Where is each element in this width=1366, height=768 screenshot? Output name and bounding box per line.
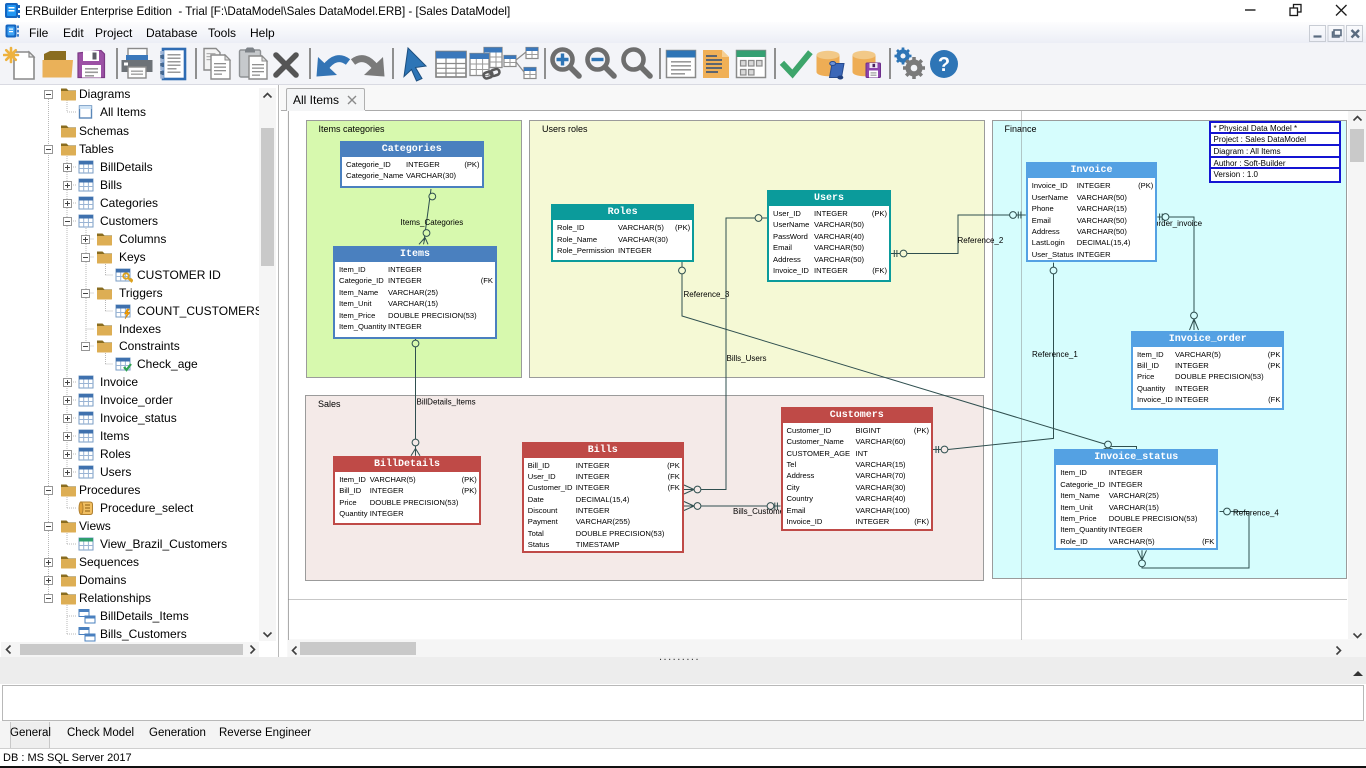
svg-text:?: ?: [938, 54, 950, 76]
